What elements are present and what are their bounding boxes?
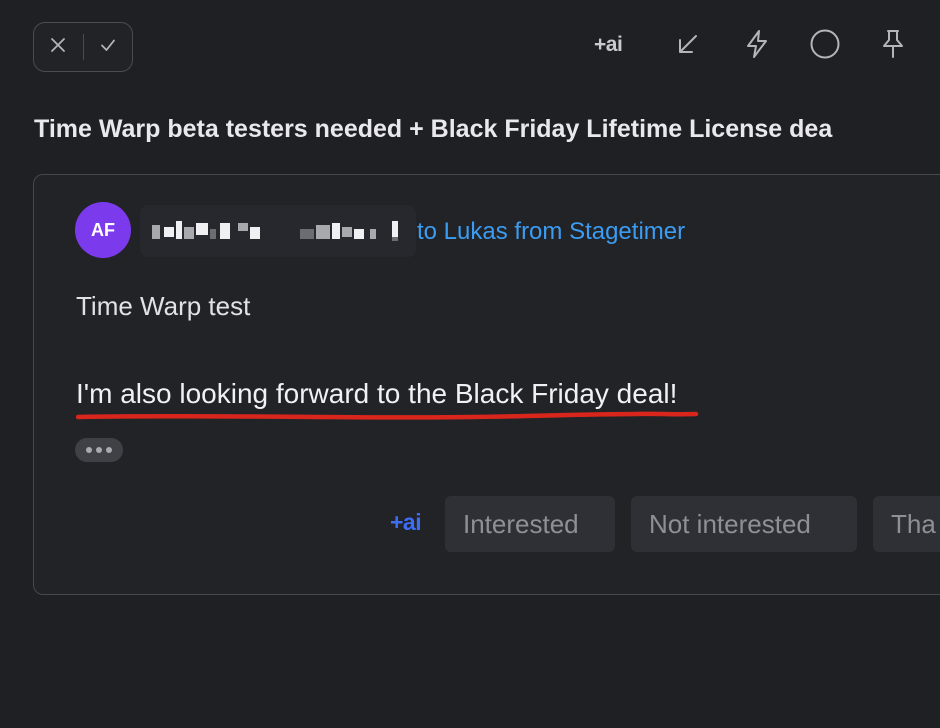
email-view: +ai Time Warp beta testers needed + Blac… xyxy=(0,0,940,728)
move-button[interactable] xyxy=(672,30,704,62)
email-subject: Time Warp beta testers needed + Black Fr… xyxy=(34,115,833,143)
quick-action-button[interactable] xyxy=(741,29,773,64)
message-body-line: Time Warp test xyxy=(76,291,251,321)
quick-reply-not-interested[interactable]: Not interested xyxy=(631,496,857,552)
dismiss-button[interactable] xyxy=(34,23,83,71)
check-icon xyxy=(99,36,117,59)
quick-reply-interested[interactable]: Interested xyxy=(445,496,615,552)
status-button[interactable] xyxy=(809,28,841,65)
circle-icon xyxy=(809,28,841,65)
red-underline-annotation xyxy=(75,409,700,427)
ai-button[interactable]: +ai xyxy=(594,33,623,57)
message-body-highlighted-line: I'm also looking forward to the Black Fr… xyxy=(76,378,678,409)
quick-reply-thanks[interactable]: Tha xyxy=(873,496,940,552)
lightning-icon xyxy=(743,29,771,64)
close-icon xyxy=(49,36,67,59)
ai-reply-icon: +ai xyxy=(390,509,422,535)
ellipsis-icon xyxy=(86,447,92,453)
avatar[interactable]: AF xyxy=(75,202,131,258)
mark-done-button[interactable] xyxy=(83,23,132,71)
sender-name-redacted xyxy=(140,205,416,257)
pin-icon xyxy=(879,28,907,65)
dismiss-done-toggle xyxy=(33,22,133,72)
arrow-down-left-icon xyxy=(675,31,701,62)
pin-button[interactable] xyxy=(877,28,909,65)
recipient-line[interactable]: to Lukas from Stagetimer xyxy=(417,218,685,246)
show-more-button[interactable] xyxy=(75,438,123,462)
